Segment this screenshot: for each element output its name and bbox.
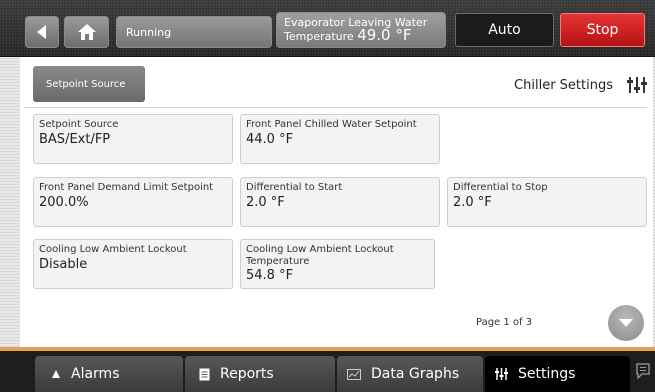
chat-icon[interactable] bbox=[635, 363, 651, 379]
home-button[interactable] bbox=[64, 16, 109, 48]
tile-value: 2.0 °F bbox=[453, 195, 492, 210]
sliders-icon bbox=[495, 368, 508, 380]
next-page-button[interactable] bbox=[608, 305, 644, 341]
temp-value: 49.0 °F bbox=[357, 26, 412, 44]
divider bbox=[24, 107, 647, 108]
tile-label: Differential to Start bbox=[246, 182, 343, 193]
status-text: Running bbox=[126, 25, 172, 39]
tile-setpoint-source[interactable]: Setpoint Source BAS/Ext/FP bbox=[33, 114, 233, 164]
tab-data-graphs-label: Data Graphs bbox=[371, 366, 460, 382]
tab-reports-label: Reports bbox=[220, 366, 274, 382]
tab-alarms[interactable]: Alarms bbox=[35, 356, 183, 392]
tile-label: Front Panel Demand Limit Setpoint bbox=[39, 182, 214, 193]
tile-value: BAS/Ext/FP bbox=[39, 132, 111, 147]
top-header: Running Evaporator Leaving Water Tempera… bbox=[0, 0, 655, 57]
left-frame bbox=[0, 57, 20, 347]
tile-label: Cooling Low Ambient Lockout bbox=[39, 244, 187, 255]
temp-prefix: Temperature bbox=[284, 30, 354, 43]
chart-icon bbox=[347, 368, 361, 380]
home-icon bbox=[77, 24, 96, 40]
back-button[interactable] bbox=[25, 16, 59, 48]
settings-panel: Setpoint Source Chiller Settings Setpoin… bbox=[20, 57, 653, 347]
tile-label: Setpoint Source bbox=[39, 119, 119, 130]
tile-label: Front Panel Chilled Water Setpoint bbox=[246, 119, 417, 130]
stop-button[interactable]: Stop bbox=[560, 13, 645, 47]
tile-value: 2.0 °F bbox=[246, 195, 285, 210]
tile-value: 44.0 °F bbox=[246, 132, 294, 147]
chevron-down-icon bbox=[619, 319, 633, 327]
setpoint-source-label: Setpoint Source bbox=[46, 78, 126, 90]
status-indicator: Running bbox=[116, 16, 272, 48]
page-indicator: Page 1 of 3 bbox=[476, 317, 533, 328]
tile-chilled-water-setpoint[interactable]: Front Panel Chilled Water Setpoint 44.0 … bbox=[240, 114, 440, 164]
setpoint-source-button[interactable]: Setpoint Source bbox=[33, 66, 145, 102]
tile-low-ambient-lockout[interactable]: Cooling Low Ambient Lockout Disable bbox=[33, 239, 233, 289]
tab-settings[interactable]: Settings bbox=[485, 356, 630, 392]
tile-value: 54.8 °F bbox=[246, 268, 294, 283]
auto-label: Auto bbox=[488, 22, 521, 38]
tile-low-ambient-lockout-temperature[interactable]: Cooling Low Ambient Lockout Temperature … bbox=[240, 239, 435, 289]
page-title: Chiller Settings bbox=[514, 78, 613, 93]
tile-value: Disable bbox=[39, 257, 88, 272]
tab-data-graphs[interactable]: Data Graphs bbox=[337, 356, 483, 392]
bell-icon bbox=[52, 370, 60, 378]
auto-button[interactable]: Auto bbox=[455, 13, 554, 47]
tab-settings-label: Settings bbox=[518, 366, 576, 382]
sliders-icon bbox=[627, 77, 647, 93]
tile-differential-to-start[interactable]: Differential to Start 2.0 °F bbox=[240, 177, 440, 227]
document-icon bbox=[199, 368, 210, 380]
tile-value: 200.0% bbox=[39, 195, 89, 210]
stop-label: Stop bbox=[586, 22, 619, 38]
tile-demand-limit-setpoint[interactable]: Front Panel Demand Limit Setpoint 200.0% bbox=[33, 177, 233, 227]
tab-alarms-label: Alarms bbox=[71, 366, 120, 382]
accent-bar bbox=[0, 347, 655, 351]
tile-differential-to-stop[interactable]: Differential to Stop 2.0 °F bbox=[447, 177, 647, 227]
bottom-nav: Alarms Reports Data Graphs Settings bbox=[0, 347, 655, 392]
tile-label: Differential to Stop bbox=[453, 182, 548, 193]
tab-reports[interactable]: Reports bbox=[185, 356, 335, 392]
tile-label: Cooling Low Ambient Lockout Temperature bbox=[246, 244, 394, 267]
back-arrow-icon bbox=[37, 25, 46, 39]
evaporator-temp-display: Evaporator Leaving Water Temperature 49.… bbox=[276, 12, 446, 48]
